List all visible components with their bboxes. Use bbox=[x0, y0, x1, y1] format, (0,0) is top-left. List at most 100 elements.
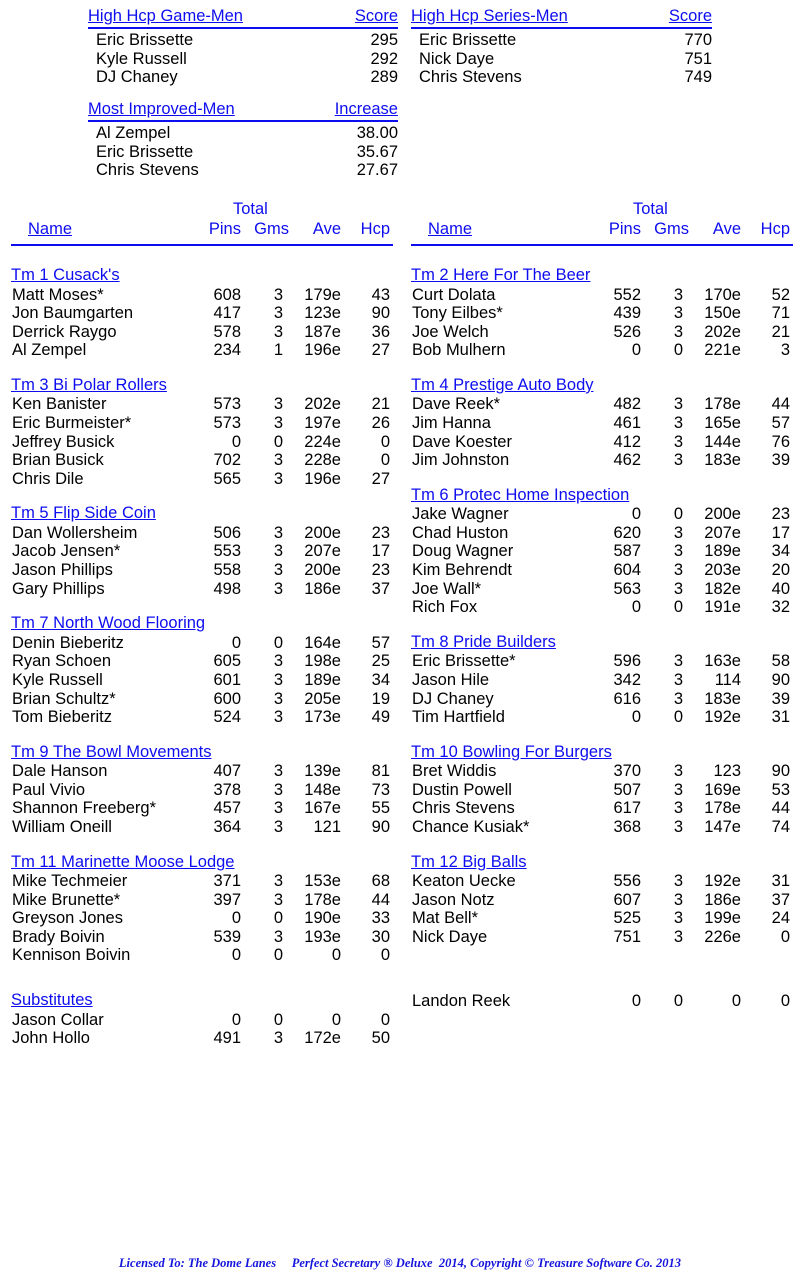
player-name: Landon Reek bbox=[412, 991, 511, 1010]
player-games: 3 bbox=[273, 708, 283, 727]
award-player-value: 27.67 bbox=[356, 161, 398, 180]
team-name-link[interactable]: Tm 12 Big Balls bbox=[411, 853, 527, 873]
player-name: Brian Busick bbox=[12, 451, 104, 470]
substitutes-heading[interactable]: Substitutes bbox=[11, 991, 93, 1011]
player-row: Jim Hanna 461 3 165e 57 bbox=[411, 414, 793, 433]
team-name-link[interactable]: Tm 7 North Wood Flooring bbox=[11, 614, 205, 634]
team-player-rows: Mike Techmeier 371 3 153e 68 Mike Brunette* 39… bbox=[11, 872, 393, 965]
player-average: 228e bbox=[304, 451, 341, 470]
player-total-pins: 552 bbox=[613, 285, 641, 304]
player-handicap: 39 bbox=[771, 689, 790, 708]
player-row: Chris Dile 565 3 196e 27 bbox=[11, 470, 393, 489]
team-name-link[interactable]: Tm 11 Marinette Moose Lodge bbox=[11, 853, 234, 873]
team-name-link[interactable]: Tm 1 Cusack's bbox=[11, 266, 120, 286]
award-title: High Hcp Game-Men bbox=[88, 7, 243, 25]
player-handicap: 34 bbox=[771, 542, 790, 561]
player-average: 200e bbox=[704, 505, 741, 524]
player-name: Jim Johnston bbox=[412, 451, 510, 470]
team-name-link[interactable]: Tm 5 Flip Side Coin bbox=[11, 504, 156, 524]
player-total-pins: 600 bbox=[213, 689, 241, 708]
award-row: Nick Daye 751 bbox=[411, 50, 712, 69]
player-name: Kyle Russell bbox=[12, 670, 103, 689]
player-games: 3 bbox=[273, 799, 283, 818]
teams-list-left: Tm 1 Cusack's Matt Moses* 608 3 179e 43 Jon Ba… bbox=[11, 266, 393, 965]
award-header: High Hcp Game-Men Score bbox=[88, 6, 398, 29]
player-average: 224e bbox=[304, 432, 341, 451]
player-handicap: 0 bbox=[380, 1010, 390, 1029]
player-handicap: 30 bbox=[371, 927, 390, 946]
team-name-link[interactable]: Tm 9 The Bowl Movements bbox=[11, 743, 212, 763]
substitutes-rows: Landon Reek 0 0 0 0 bbox=[411, 992, 793, 1011]
team-name-link[interactable]: Tm 8 Pride Builders bbox=[411, 633, 556, 653]
team-name-link[interactable]: Tm 10 Bowling For Burgers bbox=[411, 743, 612, 763]
team-player-rows: Jake Wagner 0 0 200e 23 Chad Huston 620 3 207e 17… bbox=[411, 505, 793, 617]
player-handicap: 23 bbox=[771, 505, 790, 524]
player-average: 186e bbox=[704, 890, 741, 909]
player-handicap: 27 bbox=[371, 341, 390, 360]
player-handicap: 27 bbox=[371, 469, 390, 488]
player-games: 3 bbox=[673, 689, 683, 708]
player-row: Jim Johnston 462 3 183e 39 bbox=[411, 451, 793, 470]
award-block-high-hcp-game-men: High Hcp Game-Men Score Eric Brissette 2… bbox=[88, 6, 398, 87]
player-name: Jason Collar bbox=[12, 1010, 104, 1029]
column-header-pins: Pins bbox=[208, 220, 241, 238]
award-rows: Al Zempel 38.00 Eric Brissette 35.67 Chr… bbox=[88, 122, 398, 180]
player-row: DJ Chaney 616 3 183e 39 bbox=[411, 690, 793, 709]
player-games: 3 bbox=[673, 523, 683, 542]
player-handicap: 81 bbox=[371, 762, 390, 781]
team-name-link[interactable]: Tm 4 Prestige Auto Body bbox=[411, 376, 594, 396]
player-games: 0 bbox=[273, 946, 283, 965]
player-name: William Oneill bbox=[12, 817, 112, 836]
player-handicap: 73 bbox=[371, 780, 390, 799]
substitutes-heading-spacer bbox=[411, 972, 793, 992]
team-name-link[interactable]: Tm 3 Bi Polar Rollers bbox=[11, 376, 167, 396]
player-row: Denin Bieberitz 0 0 164e 57 bbox=[11, 634, 393, 653]
player-name: Rich Fox bbox=[412, 598, 478, 617]
award-header: Most Improved-Men Increase bbox=[88, 99, 398, 122]
player-handicap: 49 bbox=[371, 708, 390, 727]
player-average: 114 bbox=[714, 670, 741, 689]
player-name: Nick Daye bbox=[412, 927, 488, 946]
player-handicap: 53 bbox=[771, 780, 790, 799]
player-handicap: 36 bbox=[371, 322, 390, 341]
team-name-link[interactable]: Tm 2 Here For The Beer bbox=[411, 266, 590, 286]
player-games: 3 bbox=[673, 652, 683, 671]
player-total-pins: 0 bbox=[631, 598, 641, 617]
team-block: Tm 11 Marinette Moose Lodge Mike Techmeie… bbox=[11, 853, 393, 965]
player-total-pins: 417 bbox=[213, 304, 241, 323]
player-name: Doug Wagner bbox=[412, 542, 514, 561]
player-name: Chris Dile bbox=[12, 469, 84, 488]
player-row: Eric Burmeister* 573 3 197e 26 bbox=[11, 414, 393, 433]
player-row: Mike Brunette* 397 3 178e 44 bbox=[11, 891, 393, 910]
player-handicap: 23 bbox=[371, 561, 390, 580]
player-average: 202e bbox=[704, 322, 741, 341]
award-player-name: Eric Brissette bbox=[96, 142, 194, 161]
player-handicap: 71 bbox=[771, 304, 790, 323]
player-average: 183e bbox=[704, 689, 741, 708]
player-total-pins: 378 bbox=[213, 780, 241, 799]
player-games: 3 bbox=[673, 413, 683, 432]
player-name: Brian Schultz* bbox=[12, 689, 116, 708]
player-handicap: 21 bbox=[371, 395, 390, 414]
player-total-pins: 0 bbox=[231, 633, 241, 652]
player-total-pins: 563 bbox=[613, 579, 641, 598]
player-row: Dave Reek* 482 3 178e 44 bbox=[411, 395, 793, 414]
teams-list-right: Tm 2 Here For The Beer Curt Dolata 552 3 170… bbox=[411, 266, 793, 946]
player-games: 3 bbox=[273, 579, 283, 598]
player-name: Tom Bieberitz bbox=[12, 708, 112, 727]
player-handicap: 50 bbox=[371, 1029, 390, 1048]
award-row: Kyle Russell 292 bbox=[88, 50, 398, 69]
player-games: 3 bbox=[273, 689, 283, 708]
player-name: Kim Behrendt bbox=[412, 561, 512, 580]
player-row: Derrick Raygo 578 3 187e 36 bbox=[11, 323, 393, 342]
player-row: Dustin Powell 507 3 169e 53 bbox=[411, 781, 793, 800]
player-total-pins: 587 bbox=[613, 542, 641, 561]
player-games: 0 bbox=[673, 505, 683, 524]
player-name: Joe Wall* bbox=[412, 579, 482, 598]
team-block: Tm 2 Here For The Beer Curt Dolata 552 3 170… bbox=[411, 266, 793, 360]
player-average: 226e bbox=[704, 927, 741, 946]
team-name-link[interactable]: Tm 6 Protec Home Inspection bbox=[411, 486, 629, 506]
column-header-ave: Ave bbox=[712, 220, 741, 238]
player-games: 3 bbox=[673, 304, 683, 323]
column-header-subrow: Pins Gms Ave Hcp bbox=[11, 220, 393, 239]
